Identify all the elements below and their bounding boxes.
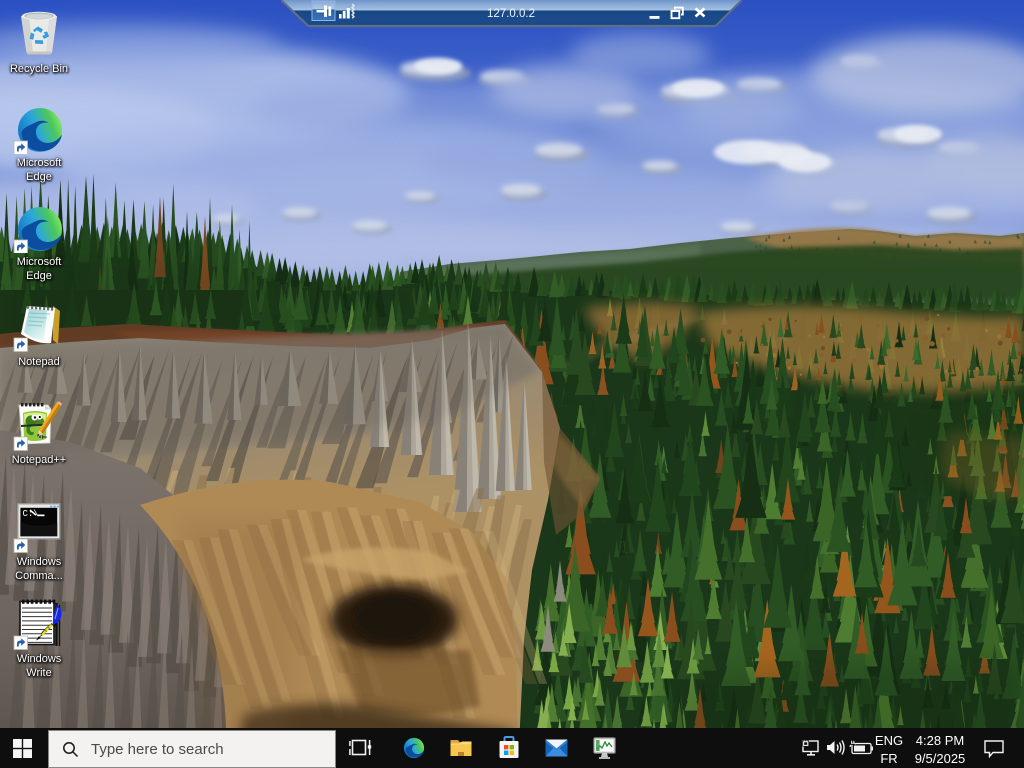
svg-text:127.0.0.2: 127.0.0.2 [487, 8, 535, 20]
